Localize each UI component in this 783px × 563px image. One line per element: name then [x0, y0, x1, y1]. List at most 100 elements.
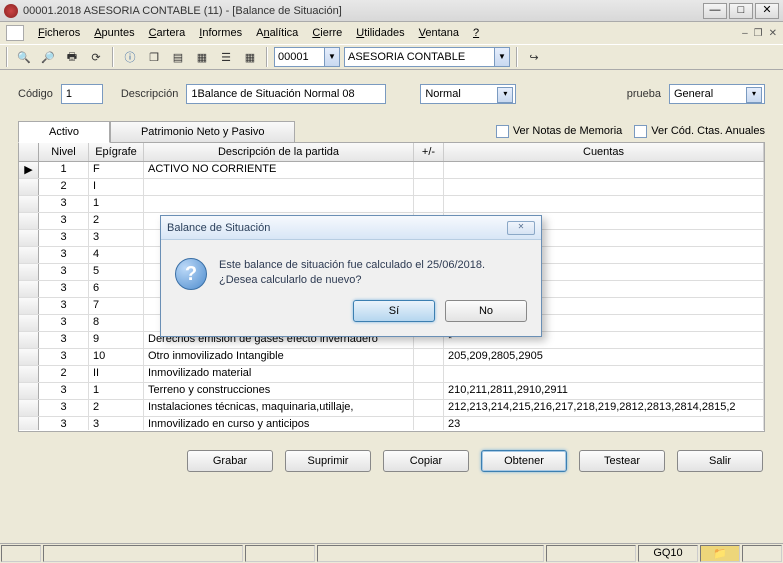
- cell-pm[interactable]: [414, 349, 444, 365]
- cell-descripcion[interactable]: Terreno y construcciones: [144, 383, 414, 399]
- cell-cuentas[interactable]: [444, 162, 764, 178]
- row-selector[interactable]: [19, 179, 39, 195]
- table-row[interactable]: 33Inmovilizado en curso y anticipos23: [19, 417, 764, 430]
- menu-informes[interactable]: Informes: [193, 25, 248, 41]
- cell-epigrafe[interactable]: 1: [89, 196, 144, 212]
- cell-epigrafe[interactable]: I: [89, 179, 144, 195]
- cell-epigrafe[interactable]: 8: [89, 315, 144, 331]
- close-button[interactable]: ✕: [755, 3, 779, 19]
- mdi-minimize[interactable]: –: [742, 28, 748, 39]
- row-selector[interactable]: [19, 315, 39, 331]
- print-icon[interactable]: 🖶: [62, 47, 82, 67]
- list-icon[interactable]: ☰: [216, 47, 236, 67]
- suprimir-button[interactable]: Suprimir: [285, 450, 371, 472]
- table-row[interactable]: 2IIInmovilizado material: [19, 366, 764, 383]
- cascade-icon[interactable]: ❐: [144, 47, 164, 67]
- cell-epigrafe[interactable]: 1: [89, 383, 144, 399]
- cell-epigrafe[interactable]: 2: [89, 213, 144, 229]
- cell-nivel[interactable]: 2: [39, 179, 89, 195]
- window-icon[interactable]: ▦: [192, 47, 212, 67]
- cell-cuentas[interactable]: 210,211,2811,2910,2911: [444, 383, 764, 399]
- cell-pm[interactable]: [414, 366, 444, 382]
- cell-nivel[interactable]: 3: [39, 298, 89, 314]
- cell-cuentas[interactable]: 205,209,2805,2905: [444, 349, 764, 365]
- cell-descripcion[interactable]: Inmovilizado en curso y anticipos: [144, 417, 414, 430]
- row-selector[interactable]: [19, 349, 39, 365]
- menu-help[interactable]: ?: [467, 25, 485, 41]
- mdi-restore[interactable]: ❐: [754, 28, 763, 39]
- name-combo[interactable]: ▼: [344, 47, 510, 67]
- dialog-titlebar[interactable]: Balance de Situación ✕: [161, 216, 541, 240]
- cell-descripcion[interactable]: Instalaciones técnicas, maquinaria,utill…: [144, 400, 414, 416]
- cell-pm[interactable]: [414, 162, 444, 178]
- cell-nivel[interactable]: 3: [39, 417, 89, 430]
- cell-epigrafe[interactable]: 3: [89, 417, 144, 430]
- cell-cuentas[interactable]: [444, 179, 764, 195]
- row-selector[interactable]: [19, 230, 39, 246]
- menu-utilidades[interactable]: Utilidades: [350, 25, 410, 41]
- grabar-button[interactable]: Grabar: [187, 450, 273, 472]
- tile-icon[interactable]: ▤: [168, 47, 188, 67]
- cell-nivel[interactable]: 3: [39, 315, 89, 331]
- codigo-input[interactable]: [61, 84, 103, 104]
- cell-nivel[interactable]: 3: [39, 400, 89, 416]
- menu-ventana[interactable]: Ventana: [413, 25, 465, 41]
- cell-descripcion[interactable]: ACTIVO NO CORRIENTE: [144, 162, 414, 178]
- row-selector[interactable]: [19, 213, 39, 229]
- cell-nivel[interactable]: 2: [39, 366, 89, 382]
- cell-nivel[interactable]: 3: [39, 349, 89, 365]
- tab-patrimonio[interactable]: Patrimonio Neto y Pasivo: [110, 121, 296, 143]
- cell-epigrafe[interactable]: 9: [89, 332, 144, 348]
- descripcion-input[interactable]: [186, 84, 386, 104]
- row-selector[interactable]: [19, 196, 39, 212]
- name-dropdown[interactable]: ▼: [494, 47, 510, 67]
- code-combo[interactable]: ▼: [274, 47, 340, 67]
- menu-apuntes[interactable]: Apuntes: [88, 25, 140, 41]
- cell-nivel[interactable]: 1: [39, 162, 89, 178]
- menu-cierre[interactable]: Cierre: [306, 25, 348, 41]
- col-cuentas[interactable]: Cuentas: [444, 143, 764, 161]
- refresh-icon[interactable]: ⟳: [86, 47, 106, 67]
- copiar-button[interactable]: Copiar: [383, 450, 469, 472]
- cell-nivel[interactable]: 3: [39, 247, 89, 263]
- cell-epigrafe[interactable]: 2: [89, 400, 144, 416]
- info-icon[interactable]: ⓘ: [120, 47, 140, 67]
- cell-cuentas[interactable]: 23: [444, 417, 764, 430]
- row-selector[interactable]: [19, 383, 39, 399]
- cell-descripcion[interactable]: [144, 179, 414, 195]
- cell-epigrafe[interactable]: 3: [89, 230, 144, 246]
- table-row[interactable]: ▶1FACTIVO NO CORRIENTE: [19, 162, 764, 179]
- menu-cartera[interactable]: Cartera: [143, 25, 192, 41]
- row-selector[interactable]: [19, 366, 39, 382]
- row-selector[interactable]: [19, 264, 39, 280]
- cell-epigrafe[interactable]: F: [89, 162, 144, 178]
- dialog-close-button[interactable]: ✕: [507, 221, 535, 235]
- tab-activo[interactable]: Activo: [18, 121, 110, 143]
- cell-pm[interactable]: [414, 196, 444, 212]
- cell-pm[interactable]: [414, 179, 444, 195]
- minimize-button[interactable]: —: [703, 3, 727, 19]
- cell-epigrafe[interactable]: 4: [89, 247, 144, 263]
- name-input[interactable]: [344, 47, 494, 67]
- testear-button[interactable]: Testear: [579, 450, 665, 472]
- row-selector[interactable]: [19, 400, 39, 416]
- cell-epigrafe[interactable]: II: [89, 366, 144, 382]
- code-input[interactable]: [274, 47, 324, 67]
- cell-pm[interactable]: [414, 417, 444, 430]
- tipo-combo[interactable]: Normal: [420, 84, 516, 104]
- col-epigrafe[interactable]: Epígrafe: [89, 143, 144, 161]
- row-selector[interactable]: [19, 281, 39, 297]
- grid-icon[interactable]: ▦: [240, 47, 260, 67]
- row-selector[interactable]: [19, 417, 39, 430]
- col-nivel[interactable]: Nivel: [39, 143, 89, 161]
- prueba-combo[interactable]: General: [669, 84, 765, 104]
- table-row[interactable]: 31: [19, 196, 764, 213]
- table-row[interactable]: 2I: [19, 179, 764, 196]
- cell-pm[interactable]: [414, 400, 444, 416]
- col-pm[interactable]: +/-: [414, 143, 444, 161]
- mdi-close[interactable]: ✕: [769, 28, 777, 39]
- maximize-button[interactable]: □: [729, 3, 753, 19]
- code-dropdown[interactable]: ▼: [324, 47, 340, 67]
- cell-nivel[interactable]: 3: [39, 383, 89, 399]
- cell-nivel[interactable]: 3: [39, 213, 89, 229]
